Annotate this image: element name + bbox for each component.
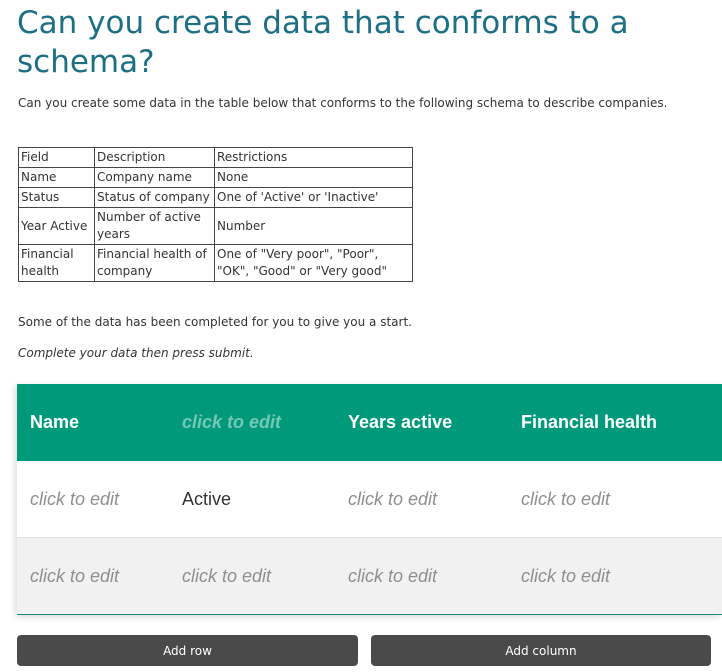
schema-cell: Financial health	[18, 244, 95, 282]
schema-row: Year Active Number of active years Numbe…	[18, 207, 413, 245]
schema-cell: Number of active years	[94, 207, 215, 245]
grid-header-name[interactable]: Name	[30, 384, 79, 461]
note-text: Some of the data has been completed for …	[18, 315, 412, 329]
schema-cell: Year Active	[18, 207, 95, 245]
schema-header-cell: Restrictions	[214, 147, 413, 168]
grid-header-financial-health[interactable]: Financial health	[521, 384, 657, 461]
schema-cell: Status of company	[94, 187, 215, 208]
schema-header-cell: Field	[18, 147, 95, 168]
grid-cell[interactable]: click to edit	[521, 461, 610, 537]
grid-cell[interactable]: click to edit	[348, 538, 437, 614]
schema-header-cell: Description	[94, 147, 215, 168]
grid-cell[interactable]: click to edit	[348, 461, 437, 537]
schema-cell: Company name	[94, 167, 215, 188]
schema-cell: Status	[18, 187, 95, 208]
page-title: Can you create data that conforms to a s…	[17, 5, 629, 80]
grid-cell[interactable]: click to edit	[30, 538, 119, 614]
schema-cell: Number	[214, 207, 413, 245]
intro-text: Can you create some data in the table be…	[18, 96, 668, 110]
schema-cell: Financial health of company	[94, 244, 215, 282]
schema-cell: One of "Very poor", "Poor", "OK", "Good"…	[214, 244, 413, 282]
grid-header-years-active[interactable]: Years active	[348, 384, 452, 461]
grid-row: click to edit click to edit click to edi…	[17, 538, 722, 614]
grid-row: click to edit Active click to edit click…	[17, 461, 722, 538]
grid-cell[interactable]: click to edit	[521, 538, 610, 614]
add-row-button[interactable]: Add row	[17, 635, 358, 666]
grid-cell[interactable]: Active	[182, 461, 231, 537]
instruction-text: Complete your data then press submit.	[18, 346, 254, 360]
schema-row: Financial health Financial health of com…	[18, 244, 413, 282]
schema-cell: Name	[18, 167, 95, 188]
grid-header-row: Name click to edit Years active Financia…	[17, 384, 722, 461]
grid-cell[interactable]: click to edit	[182, 538, 271, 614]
data-grid: Name click to edit Years active Financia…	[17, 384, 722, 615]
schema-cell: None	[214, 167, 413, 188]
add-column-button[interactable]: Add column	[371, 635, 711, 666]
schema-table: Field Description Restrictions Name Comp…	[18, 147, 413, 282]
grid-cell[interactable]: click to edit	[30, 461, 119, 537]
grid-header-editable[interactable]: click to edit	[182, 384, 281, 461]
schema-header-row: Field Description Restrictions	[18, 147, 413, 168]
schema-row: Status Status of company One of 'Active'…	[18, 187, 413, 208]
schema-row: Name Company name None	[18, 167, 413, 188]
schema-cell: One of 'Active' or 'Inactive'	[214, 187, 413, 208]
